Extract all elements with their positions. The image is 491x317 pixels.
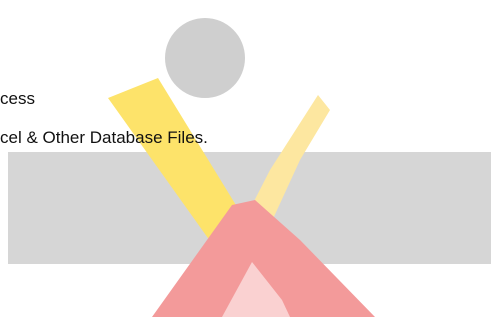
watermark-circle: [165, 18, 245, 98]
screenshot-canvas: cess cel & Other Database Files.: [0, 0, 491, 317]
text-line-access: cess: [0, 89, 35, 108]
watermark-logo: [8, 18, 491, 317]
text-line-database-files: cel & Other Database Files.: [0, 128, 208, 147]
